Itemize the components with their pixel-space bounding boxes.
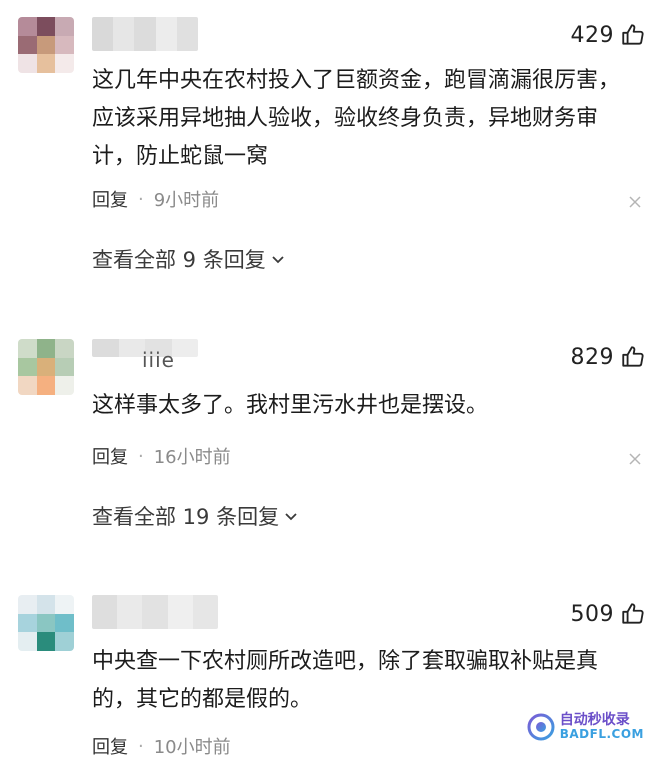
avatar[interactable] [18,17,74,73]
avatar-pixel [18,357,37,377]
avatar-pixel [18,632,37,651]
comment-meta: 回复 · 9小时前 [92,186,219,212]
avatar-pixel [36,357,56,377]
username-blurred[interactable] [92,17,198,51]
watermark-cn: 自动秒收录 [559,712,630,728]
avatar-pixel [55,54,74,73]
reply-button[interactable]: 回复 [92,733,128,759]
thumbs-up-icon [622,603,644,624]
close-icon[interactable] [628,452,642,466]
view-all-replies-button[interactable]: 查看全部 19 条回复 [92,501,299,531]
comment-time: 9小时前 [153,190,220,211]
chevron-down-icon [272,256,284,264]
like-button[interactable]: 429 [571,22,647,48]
avatar-pixel [36,632,56,651]
avatar-pixel [18,595,37,614]
avatar-pixel [36,376,56,395]
avatar-pixel [36,595,56,614]
close-icon[interactable] [628,195,642,209]
avatar-pixel [36,17,56,36]
avatar-pixel [55,357,74,377]
comment-text: 这几年中央在农村投入了巨额资金，跑冒滴漏很厉害，应该采用异地抽人验收，验收终身负… [92,68,621,169]
username-partial: iiie [142,348,175,372]
thumbs-up-icon [622,24,644,45]
like-count: 509 [570,601,614,627]
avatar-pixel [36,54,56,73]
meta-separator: · [138,735,144,757]
meta-separator: · [138,188,144,210]
avatar-pixel [18,339,37,358]
reply-button[interactable]: 回复 [92,443,128,469]
thumbs-up-icon [622,346,644,367]
avatar[interactable] [18,595,74,651]
comment-meta: 回复 · 10小时前 [92,733,231,759]
watermark-icon [527,713,555,741]
comment-meta: 回复 · 16小时前 [92,443,231,469]
avatar-pixel [55,376,74,395]
reply-button[interactable]: 回复 [92,186,128,212]
avatar-pixel [18,376,37,395]
username-blurred[interactable] [92,595,218,629]
avatar-pixel [18,54,37,73]
avatar-pixel [55,632,74,651]
view-all-replies-button[interactable]: 查看全部 9 条回复 [92,244,286,274]
avatar-pixel [55,339,74,358]
like-button[interactable]: 829 [571,344,647,370]
comment-time: 10小时前 [153,737,231,758]
view-replies-label: 查看全部 19 条回复 [92,505,280,529]
avatar-pixel [18,17,37,36]
avatar-pixel [55,35,74,55]
avatar-pixel [55,595,74,614]
comment-text: 这样事太多了。我村里污水井也是摆设。 [92,393,489,418]
view-replies-label: 查看全部 9 条回复 [92,248,266,272]
avatar-pixel [36,613,56,633]
like-count: 829 [570,344,614,370]
avatar-pixel [55,17,74,36]
avatar-pixel [36,339,56,358]
like-count: 429 [570,22,614,48]
avatar-pixel [18,613,37,633]
comment-time: 16小时前 [153,447,231,468]
watermark-logo: 自动秒收录 BADFL.COM [526,712,644,742]
comment-list: 429 这几年中央在农村投入了巨额资金，跑冒滴漏很厉害，应该采用异地抽人验收，验… [0,0,666,771]
watermark-en: BADFL.COM [559,727,644,741]
comment-text: 中央查一下农村厕所改造吧，除了套取骗取补贴是真的，其它的都是假的。 [92,649,599,712]
avatar-pixel [36,35,56,55]
avatar-pixel [55,613,74,633]
avatar[interactable] [18,339,74,395]
meta-separator: · [138,445,144,467]
avatar-pixel [18,35,37,55]
chevron-down-icon [285,513,297,521]
like-button[interactable]: 509 [571,601,647,627]
